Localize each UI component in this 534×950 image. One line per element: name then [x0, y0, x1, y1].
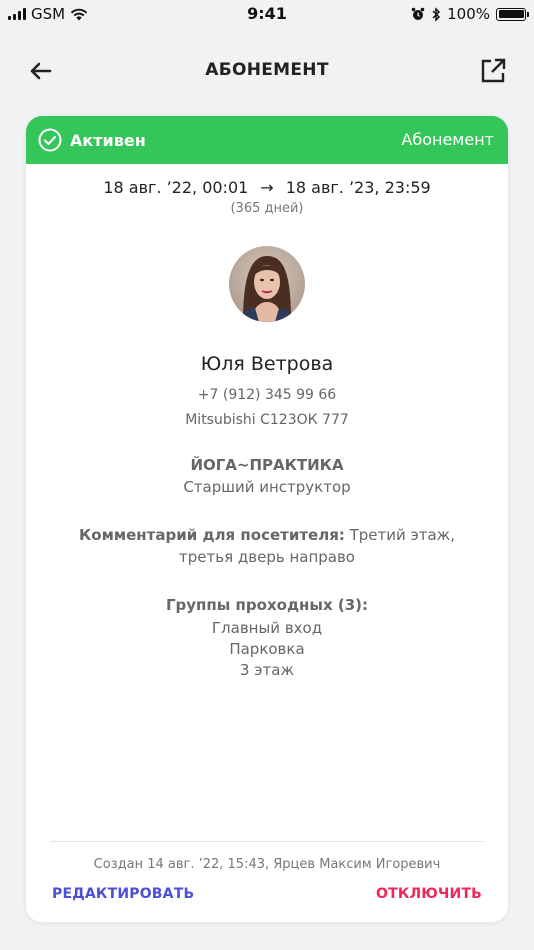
person-phone: +7 (912) 345 99 66: [197, 387, 337, 403]
subscription-type: Абонемент: [401, 130, 494, 149]
status-indicator: Активен: [38, 128, 146, 152]
battery-level: [498, 10, 524, 18]
list-item: 3 этаж: [240, 661, 294, 679]
status-right: 100%: [411, 5, 529, 23]
battery-percent: 100%: [447, 5, 490, 23]
check-circle-icon: [38, 128, 62, 152]
person-name: Юля Ветрова: [200, 353, 334, 375]
period-arrow: →: [260, 178, 274, 197]
organization-name: ЙОГА~ПРАКТИКА: [190, 456, 344, 474]
period-start: 18 авг. ’22, 00:01: [103, 178, 249, 197]
share-external-icon: [481, 58, 506, 83]
subscription-card: Активен Абонемент 18 авг. ’22, 00:01 → 18 …: [26, 116, 508, 922]
page-title: АБОНЕМЕНТ: [205, 60, 329, 80]
avatar: [229, 246, 305, 322]
battery-icon: [496, 7, 529, 21]
avatar-photo: [229, 246, 305, 322]
bluetooth-icon: [432, 6, 441, 22]
period-end: 18 авг. ’23, 23:59: [285, 178, 431, 197]
gate-groups-list: Главный вход Парковка 3 этаж: [26, 618, 508, 681]
edit-button[interactable]: РЕДАКТИРОВАТЬ: [52, 886, 194, 902]
share-button[interactable]: [478, 56, 508, 86]
status-bar: GSM 9:41 100%: [0, 0, 534, 28]
visitor-comment: Комментарий для посетителя: Третий этаж,…: [50, 524, 484, 568]
validity-period: 18 авг. ’22, 00:01 → 18 авг. ’23, 23:59: [26, 178, 508, 197]
gate-groups-title: Группы проходных (3):: [165, 596, 369, 614]
card-header: Активен Абонемент: [26, 116, 508, 164]
comment-label: Комментарий для посетителя:: [79, 526, 345, 544]
list-item: Парковка: [229, 640, 305, 658]
person-role: Старший инструктор: [183, 478, 351, 496]
alarm-icon: [411, 7, 425, 20]
disable-button[interactable]: ОТКЛЮЧИТЬ: [376, 886, 482, 902]
person-vehicle: Mitsubishi С123ОК 777: [185, 412, 349, 428]
status-label: Активен: [70, 130, 146, 150]
nav-bar: АБОНЕМЕНТ: [0, 50, 534, 92]
created-info: Создан 14 авг. ’22, 15:43, Ярцев Максим …: [93, 857, 441, 872]
divider: [50, 841, 484, 842]
list-item: Главный вход: [211, 619, 323, 637]
period-duration: (365 дней): [230, 201, 304, 216]
